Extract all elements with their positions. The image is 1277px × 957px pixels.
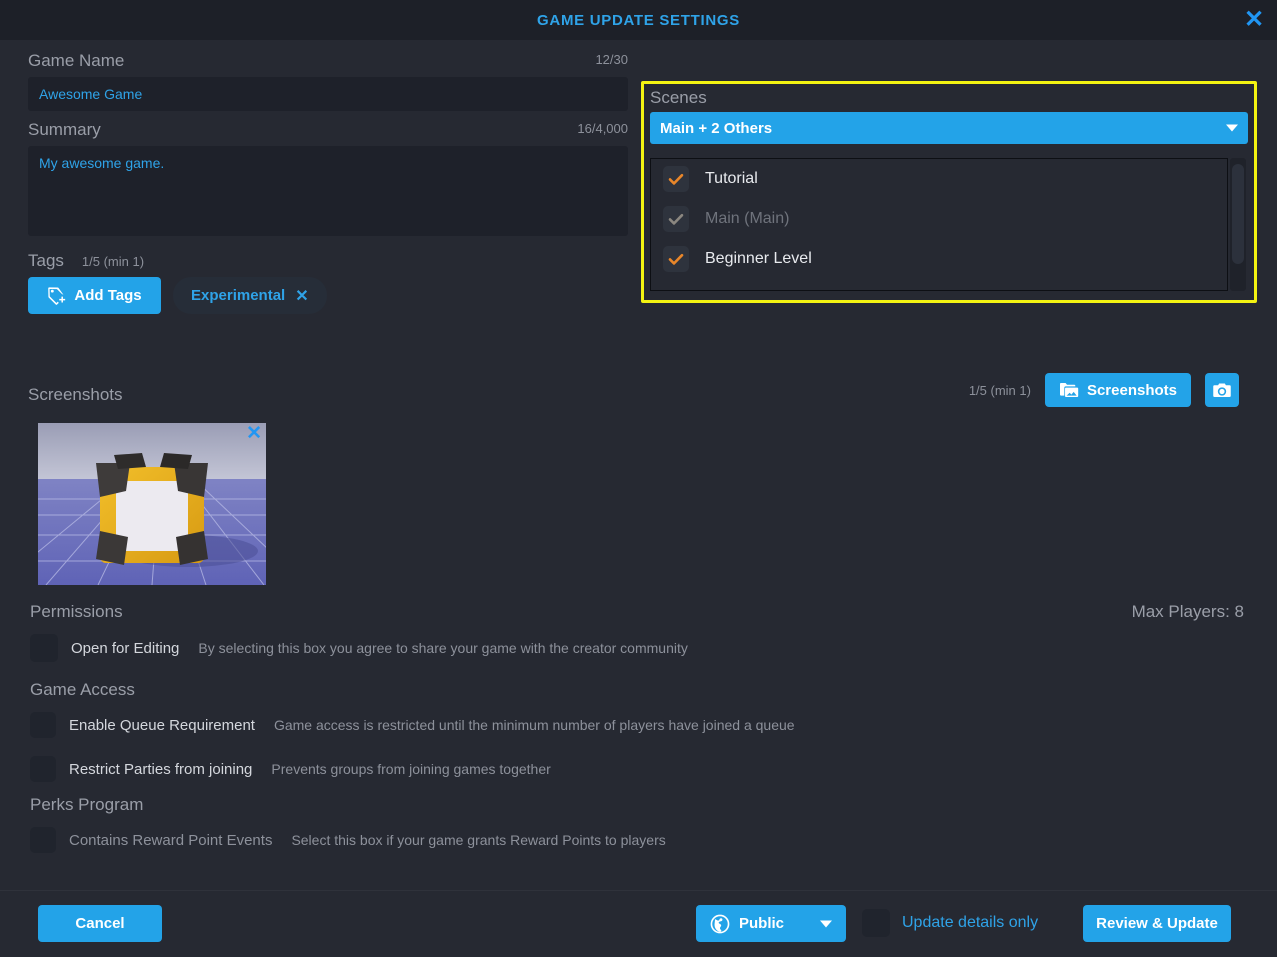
dialog-body: Game Name 12/30 Summary 16/4,000 Tags 1/… <box>0 40 1277 890</box>
enable-queue-requirement-checkbox[interactable] <box>30 712 56 738</box>
tags-label: Tags <box>28 251 64 271</box>
scene-option-tutorial[interactable]: Tutorial <box>651 159 1227 199</box>
scene-option-main: Main (Main) <box>651 199 1227 239</box>
perks-program-title: Perks Program <box>30 795 666 815</box>
chevron-down-icon <box>820 920 832 927</box>
check-icon[interactable] <box>663 166 689 192</box>
tag-chip-experimental[interactable]: Experimental ✕ <box>173 277 327 314</box>
scene-option-beginner-level[interactable]: Beginner Level <box>651 239 1227 279</box>
tag-chip-label: Experimental <box>191 287 285 304</box>
screenshots-button[interactable]: Screenshots <box>1045 373 1191 407</box>
dialog-titlebar: GAME UPDATE SETTINGS ✕ <box>0 0 1277 40</box>
contains-reward-point-events-label: Contains Reward Point Events <box>69 832 272 849</box>
scenes-highlight-region: Scenes Main + 2 Others Tutorial <box>641 81 1257 303</box>
check-icon[interactable] <box>663 246 689 272</box>
contains-reward-point-events-description: Select this box if your game grants Rewa… <box>291 832 665 848</box>
remove-screenshot-icon[interactable]: ✕ <box>246 424 262 443</box>
tag-plus-icon <box>47 286 66 305</box>
enable-queue-requirement-label: Enable Queue Requirement <box>69 717 255 734</box>
permission-row-open-for-editing: Open for Editing By selecting this box y… <box>30 634 688 662</box>
game-name-header: Game Name 12/30 <box>28 48 628 74</box>
folder-image-icon <box>1059 381 1079 399</box>
summary-label: Summary <box>28 120 101 140</box>
game-access-row-queue: Enable Queue Requirement Game access is … <box>30 712 795 738</box>
screenshots-header: Screenshots 1/5 (min 1) Screenshots <box>28 385 1244 421</box>
camera-icon <box>1212 382 1232 399</box>
game-access-section: Game Access Enable Queue Requirement Gam… <box>30 680 795 782</box>
globe-icon <box>710 914 730 934</box>
close-icon[interactable]: ✕ <box>1239 5 1269 35</box>
summary-counter: 16/4,000 <box>577 121 628 136</box>
tags-header: Tags 1/5 (min 1) <box>28 251 628 271</box>
game-access-row-parties: Restrict Parties from joining Prevents g… <box>30 756 795 782</box>
chevron-down-icon <box>1226 125 1238 132</box>
privacy-dropdown[interactable]: Public <box>696 905 846 942</box>
add-tags-label: Add Tags <box>74 287 141 304</box>
open-for-editing-checkbox[interactable] <box>30 634 58 662</box>
scenes-selected-value: Main + 2 Others <box>660 120 772 137</box>
max-players-label: Max Players: 8 <box>1132 602 1244 622</box>
enable-queue-requirement-description: Game access is restricted until the mini… <box>274 717 795 733</box>
check-icon-disabled <box>663 206 689 232</box>
camera-button[interactable] <box>1205 373 1239 407</box>
scene-option-label: Main (Main) <box>705 210 789 228</box>
perks-row-reward-points: Contains Reward Point Events Select this… <box>30 827 666 853</box>
cancel-button[interactable]: Cancel <box>38 905 162 942</box>
left-column: Game Name 12/30 Summary 16/4,000 Tags 1/… <box>28 48 628 314</box>
privacy-value: Public <box>739 915 784 932</box>
scenes-label: Scenes <box>650 87 1248 109</box>
summary-textarea[interactable] <box>28 146 628 236</box>
update-details-only-label: Update details only <box>902 914 1038 932</box>
restrict-parties-label: Restrict Parties from joining <box>69 761 252 778</box>
restrict-parties-description: Prevents groups from joining games toget… <box>271 761 550 777</box>
review-and-update-button[interactable]: Review & Update <box>1083 905 1231 942</box>
screenshot-thumbnail[interactable]: ✕ <box>38 423 266 585</box>
scenes-dropdown-button[interactable]: Main + 2 Others <box>650 112 1248 144</box>
perks-program-section: Perks Program Contains Reward Point Even… <box>30 795 666 853</box>
tags-row: Add Tags Experimental ✕ <box>28 277 628 314</box>
open-for-editing-description: By selecting this box you agree to share… <box>198 640 687 656</box>
update-details-only-row: Update details only <box>862 909 1038 937</box>
game-name-counter: 12/30 <box>595 52 628 67</box>
scenes-dropdown-menu: Tutorial Main (Main) Beginner Level <box>650 158 1228 291</box>
dialog-footer: Cancel Public Update details only Review… <box>0 890 1277 957</box>
game-name-label: Game Name <box>28 51 124 71</box>
tag-remove-icon[interactable]: ✕ <box>295 286 308 306</box>
scene-option-label: Beginner Level <box>705 250 812 268</box>
game-name-input[interactable] <box>28 77 628 111</box>
screenshots-button-label: Screenshots <box>1087 382 1177 399</box>
scene-option-label: Tutorial <box>705 170 758 188</box>
permissions-section: Permissions Open for Editing By selectin… <box>30 602 688 662</box>
screenshots-label: Screenshots <box>28 385 123 404</box>
screenshots-counter: 1/5 (min 1) <box>969 383 1031 398</box>
update-details-only-checkbox[interactable] <box>862 909 890 937</box>
game-update-settings-dialog: GAME UPDATE SETTINGS ✕ Game Name 12/30 S… <box>0 0 1277 957</box>
game-access-title: Game Access <box>30 680 795 700</box>
scenes-scrollbar-thumb[interactable] <box>1232 164 1244 264</box>
add-tags-button[interactable]: Add Tags <box>28 277 161 314</box>
open-for-editing-label: Open for Editing <box>71 640 179 657</box>
screenshot-thumbnail-image <box>38 423 266 585</box>
permissions-title: Permissions <box>30 602 688 622</box>
tags-counter: 1/5 (min 1) <box>82 254 144 269</box>
dialog-title: GAME UPDATE SETTINGS <box>537 12 740 29</box>
summary-header: Summary 16/4,000 <box>28 117 628 143</box>
contains-reward-point-events-checkbox[interactable] <box>30 827 56 853</box>
screenshots-actions: 1/5 (min 1) Screenshots <box>969 373 1239 407</box>
restrict-parties-checkbox[interactable] <box>30 756 56 782</box>
